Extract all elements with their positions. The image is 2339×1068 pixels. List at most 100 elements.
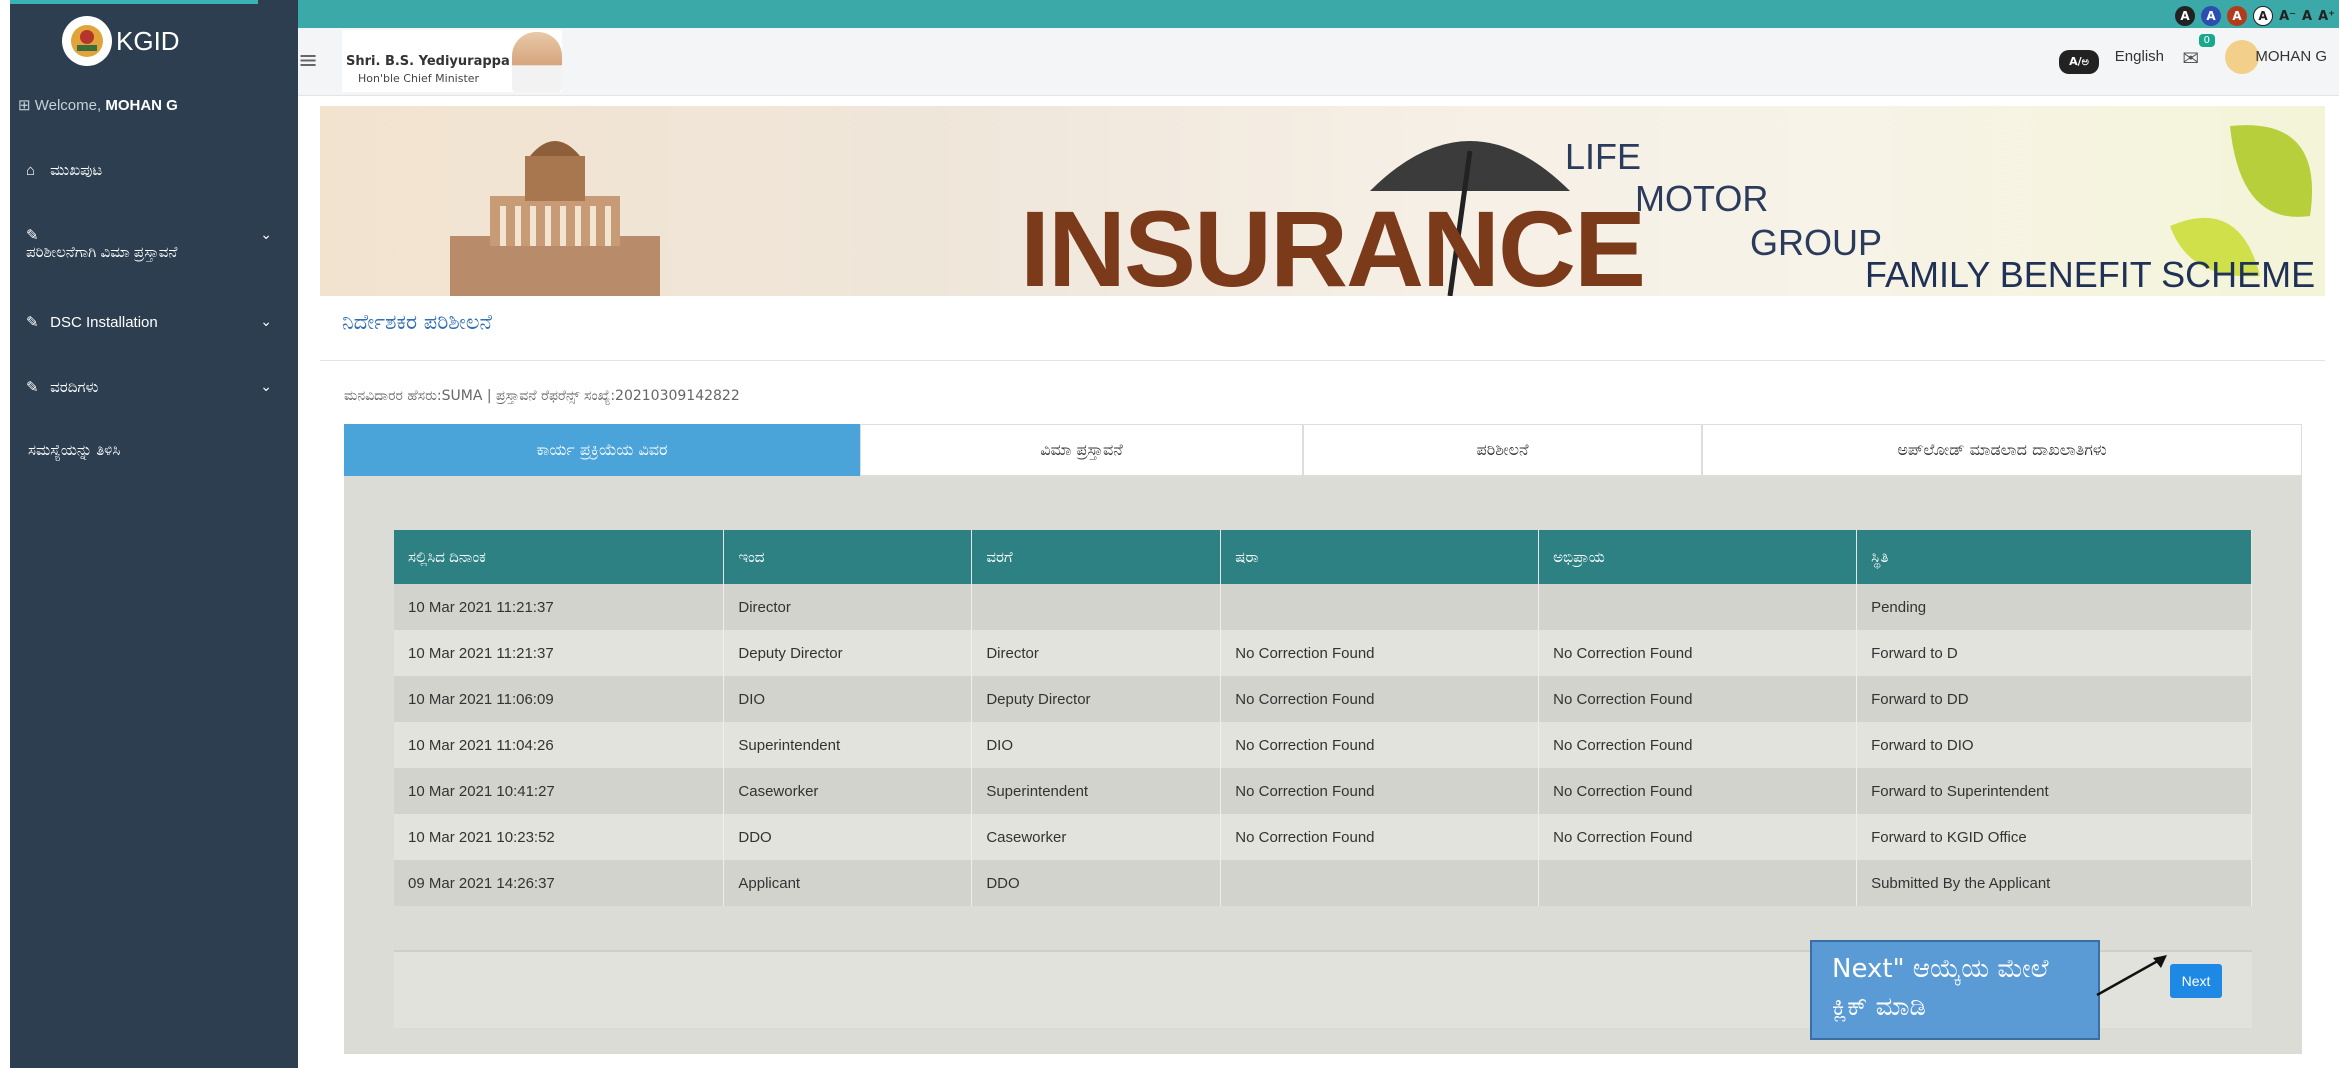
user-plus-icon: ⊞ xyxy=(18,97,35,114)
sidebar-item-label: DSC Installation xyxy=(50,314,158,331)
user-menu[interactable]: MOHAN G xyxy=(2255,48,2327,65)
table-cell: Applicant xyxy=(723,860,973,906)
table-cell: Forward to KGID Office xyxy=(1856,814,2252,860)
callout-arrow-icon xyxy=(2096,955,2167,997)
table-row: 09 Mar 2021 14:26:37 Applicant DDO Submitte… xyxy=(394,860,2252,906)
chevron-down-icon: ⌄ xyxy=(260,313,272,329)
table-header-row: ಸಲ್ಲಿಸಿದ ದಿನಾಂಕ ಇಂದ ವರಗೆ ಷರಾ ಅಭಿಪ್ರಾಯ ಸ್… xyxy=(394,530,2252,584)
table-cell: Forward to D xyxy=(1856,630,2252,676)
accessibility-controls: A A A A A⁻ A A⁺ xyxy=(2175,6,2335,26)
column-header: ಅಭಿಪ್ರಾಯ xyxy=(1538,530,1858,584)
brand-title: KGID xyxy=(116,25,180,56)
language-icon[interactable]: A/ಅ xyxy=(2059,50,2099,74)
chevron-down-icon: ⌄ xyxy=(260,378,272,394)
sidebar-item-dsc[interactable]: ✎ DSC Installation ⌄ xyxy=(26,313,288,331)
language-toggle[interactable]: English xyxy=(2115,48,2164,65)
table-row: 10 Mar 2021 10:23:52 DDO Caseworker No Corr… xyxy=(394,814,2252,860)
table-cell: DIO xyxy=(971,722,1222,768)
instruction-callout: Next" ಆಯ್ಕೆಯ ಮೇಲೆ ಕ್ಲಿಕ್ ಮಾಡಿ xyxy=(1810,940,2100,1040)
welcome-prefix: Welcome, xyxy=(34,97,106,114)
table-cell: Director xyxy=(723,584,973,630)
cm-photo xyxy=(512,32,562,92)
sidebar-accent-line xyxy=(10,0,258,4)
font-decrease-button[interactable]: A⁻ xyxy=(2279,9,2296,24)
table-cell xyxy=(1538,584,1858,630)
contrast-dark-button[interactable]: A xyxy=(2175,6,2196,26)
table-cell: Forward to Superintendent xyxy=(1856,768,2252,814)
edit-icon: ✎ xyxy=(26,379,39,396)
edit-icon: ✎ xyxy=(26,227,39,244)
welcome-user: MOHAN G xyxy=(105,97,178,114)
sidebar-item-reports[interactable]: ✎ ವರದಿಗಳು ⌄ xyxy=(26,378,288,396)
table-cell: Forward to DD xyxy=(1856,676,2252,722)
header: ≡ Shri. B.S. Yediyurappa Hon'ble Chief M… xyxy=(298,28,2339,96)
table-cell: No Correction Found xyxy=(1220,814,1540,860)
table-cell: Submitted By the Applicant xyxy=(1856,860,2252,906)
contrast-blue-button[interactable]: A xyxy=(2201,6,2222,26)
banner-line-group: GROUP xyxy=(1750,222,1883,263)
table-row: 10 Mar 2021 11:06:09 DIO Deputy Director No… xyxy=(394,676,2252,722)
sidebar-item-label: ಪರಿಶೀಲನೆಗಾಗಿ ವಿಮಾ ಪ್ರಸ್ತಾವನೆ xyxy=(26,244,178,261)
table-cell: DIO xyxy=(723,676,973,722)
tab-uploaded-documents[interactable]: ಅಪ್‌ಲೋಡ್ ಮಾಡಲಾದ ದಾಖಲಾತಿಗಳು xyxy=(1702,424,2302,476)
mail-icon[interactable]: ✉ xyxy=(2182,46,2199,70)
column-header: ಸಲ್ಲಿಸಿದ ದಿನಾಂಕ xyxy=(394,530,725,584)
table-cell: Superintendent xyxy=(971,768,1222,814)
sidebar-item-label: ಮುಖಪುಟ xyxy=(50,162,103,179)
edit-icon: ✎ xyxy=(26,314,39,331)
sidebar-item-label: ವರದಿಗಳು xyxy=(50,379,99,396)
table-cell xyxy=(1220,584,1540,630)
page-title: ನಿರ್ದೇಶಕರ ಪರಿಶೀಲನೆ xyxy=(342,310,492,334)
font-reset-button[interactable]: A xyxy=(2302,9,2312,24)
font-increase-button[interactable]: A⁺ xyxy=(2318,9,2335,24)
table-row: 10 Mar 2021 11:04:26 Superintendent DIO No … xyxy=(394,722,2252,768)
cm-name: Shri. B.S. Yediyurappa xyxy=(346,54,510,69)
table-cell: Director xyxy=(971,630,1222,676)
sidebar-item-verification[interactable]: ✎ ಪರಿಶೀಲನೆಗಾಗಿ ವಿಮಾ ಪ್ರಸ್ತಾವನೆ ⌄ xyxy=(26,226,288,261)
welcome-text: ⊞ Welcome, MOHAN G xyxy=(18,96,178,114)
table-cell: 10 Mar 2021 11:04:26 xyxy=(394,722,725,768)
table-cell: DDO xyxy=(971,860,1222,906)
sidebar: KGID ⊞ Welcome, MOHAN G ⌂ ಮುಖಪುಟ ✎ ಪರಿಶೀ… xyxy=(10,0,298,1068)
table-cell xyxy=(1220,860,1540,906)
tab-workflow-details[interactable]: ಕಾರ್ಯ ಪ್ರಕ್ರಿಯೆಯ ವಿವರ xyxy=(344,424,860,476)
table-cell: No Correction Found xyxy=(1220,630,1540,676)
brand[interactable]: KGID xyxy=(62,16,180,66)
table-cell: Caseworker xyxy=(971,814,1222,860)
table-cell: No Correction Found xyxy=(1220,768,1540,814)
applicant-reference: ಮನವಿದಾರರ ಹೆಸರು:SUMA | ಪ್ರಸ್ತಾವನೆ ರೆಫರೆನ್… xyxy=(344,388,740,404)
table-row: 10 Mar 2021 10:41:27 Caseworker Superinten… xyxy=(394,768,2252,814)
user-avatar[interactable] xyxy=(2225,40,2259,74)
sidebar-item-label: ಸಮಸ್ಯೆಯನ್ನು ತಿಳಿಸಿ xyxy=(28,442,121,459)
menu-icon[interactable]: ≡ xyxy=(298,46,318,74)
cm-title: Hon'ble Chief Minister xyxy=(358,72,480,85)
chief-minister-card: Shri. B.S. Yediyurappa Hon'ble Chief Min… xyxy=(342,30,562,92)
tab-verification[interactable]: ಪರಿಶೀಲನೆ xyxy=(1303,424,1702,476)
tab-insurance-proposal[interactable]: ವಿಮಾ ಪ್ರಸ್ತಾವನೆ xyxy=(860,424,1303,476)
contrast-red-button[interactable]: A xyxy=(2227,6,2248,26)
table-cell: 09 Mar 2021 14:26:37 xyxy=(394,860,725,906)
table-cell: No Correction Found xyxy=(1538,630,1858,676)
sidebar-item-home[interactable]: ⌂ ಮುಖಪುಟ xyxy=(26,162,288,179)
table-cell: No Correction Found xyxy=(1538,722,1858,768)
table-row: 10 Mar 2021 11:21:37 Director Pending xyxy=(394,584,2252,630)
table-cell: Pending xyxy=(1856,584,2252,630)
vidhana-soudha-illustration xyxy=(450,141,660,296)
table-cell: No Correction Found xyxy=(1538,814,1858,860)
mail-count-badge: 0 xyxy=(2198,34,2215,47)
column-header: ಷರಾ xyxy=(1220,530,1540,584)
banner-headline: INSURANCE xyxy=(1020,188,1646,296)
table-cell: 10 Mar 2021 11:21:37 xyxy=(394,584,725,630)
next-button[interactable]: Next xyxy=(2170,964,2222,998)
table-cell: 10 Mar 2021 10:23:52 xyxy=(394,814,725,860)
banner-line-motor: MOTOR xyxy=(1635,178,1769,219)
sidebar-item-report-issue[interactable]: ಸಮಸ್ಯೆಯನ್ನು ತಿಳಿಸಿ xyxy=(28,442,290,459)
banner-line-family: FAMILY BENEFIT SCHEME xyxy=(1865,254,2316,295)
contrast-light-button[interactable]: A xyxy=(2253,6,2274,26)
table-cell: No Correction Found xyxy=(1538,676,1858,722)
workflow-table: ಸಲ್ಲಿಸಿದ ದಿನಾಂಕ ಇಂದ ವರಗೆ ಷರಾ ಅಭಿಪ್ರಾಯ ಸ್… xyxy=(394,530,2252,906)
table-cell: Caseworker xyxy=(723,768,973,814)
column-header: ಸ್ಥಿತಿ xyxy=(1856,530,2252,584)
table-cell xyxy=(1538,860,1858,906)
home-icon: ⌂ xyxy=(26,162,36,179)
